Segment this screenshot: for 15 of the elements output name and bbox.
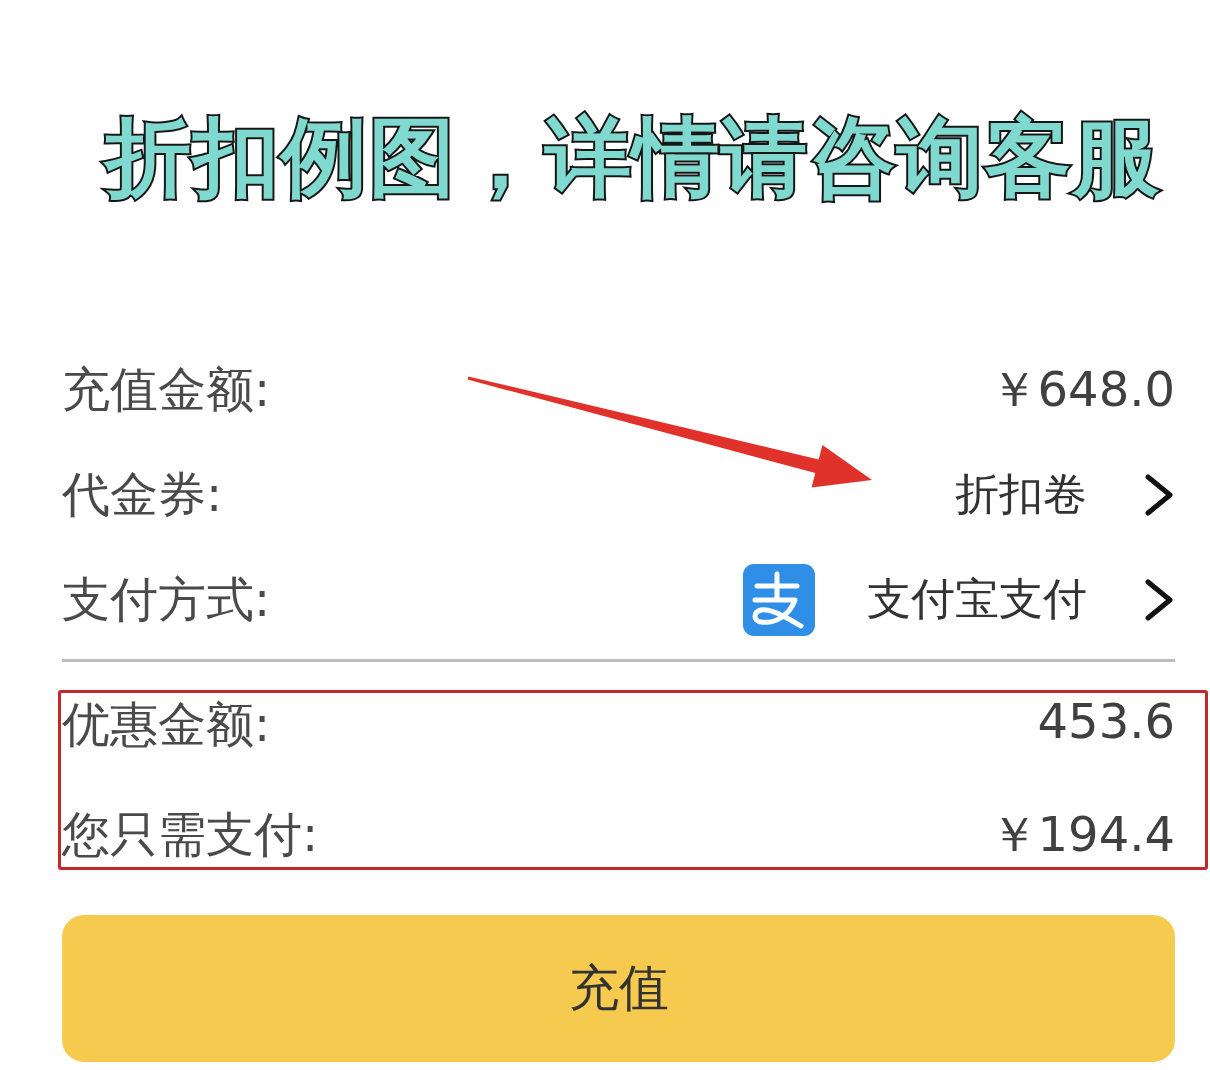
field-label: 支付方式:: [62, 569, 271, 629]
amount-value: ￥648.0: [989, 359, 1175, 419]
payment-app-icon: [743, 563, 815, 636]
payment-method-picker[interactable]: 支付宝支付: [867, 570, 1175, 629]
amount-value: ￥194.4: [989, 805, 1175, 864]
field-label: 充值金额:: [62, 359, 271, 419]
field-label: 优惠金额:: [62, 695, 271, 754]
banner-title: 折扣例图，详情请咨询客服: [104, 110, 1161, 205]
amount-value: 453.6: [1037, 693, 1175, 749]
voucher-picker[interactable]: 折扣卷: [955, 465, 1175, 524]
field-label: 您只需支付:: [62, 805, 319, 864]
field-label: 代金券:: [62, 464, 223, 524]
chevron-right-icon: [1143, 578, 1175, 621]
chevron-right-icon: [1143, 473, 1175, 516]
recharge-button[interactable]: 充值: [62, 915, 1175, 1062]
